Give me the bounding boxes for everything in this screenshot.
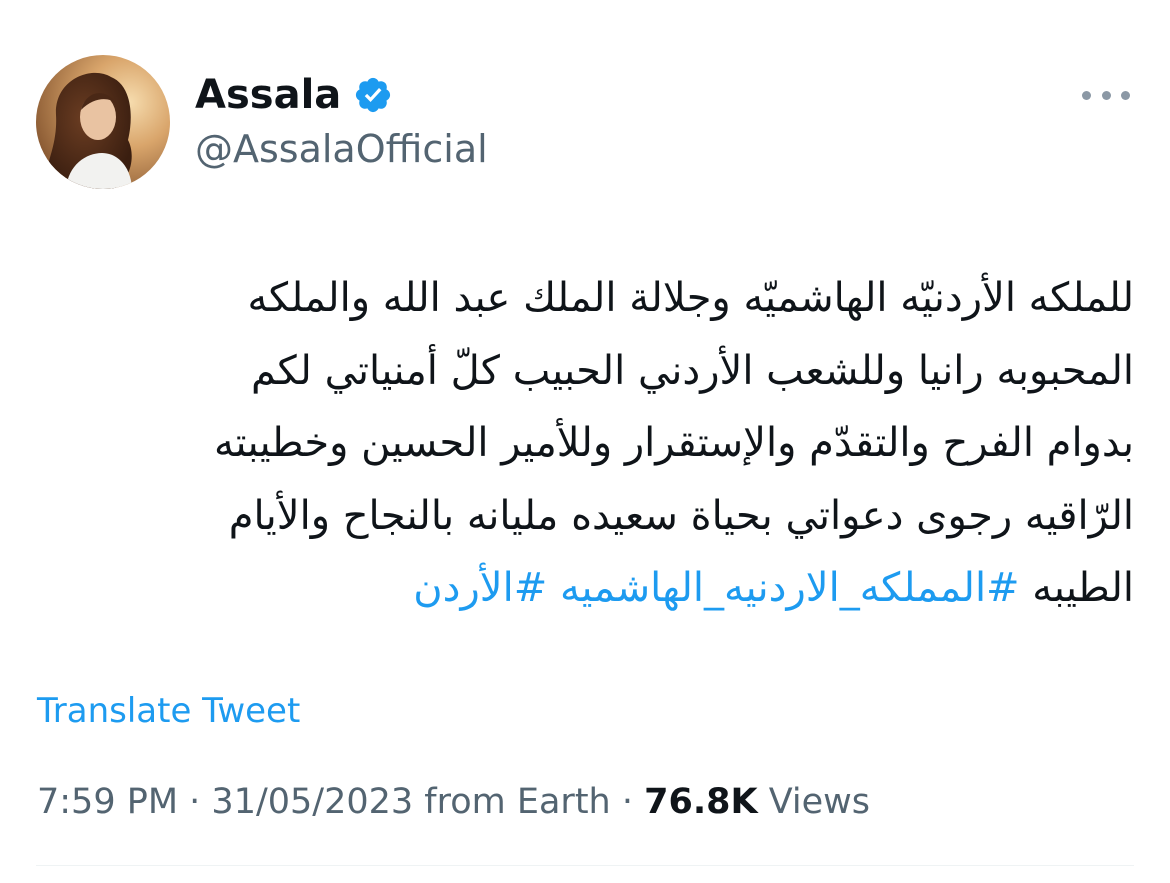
tweet-meta: 7:59 PM · 31/05/2023 from Earth · 76.8K … xyxy=(37,778,870,826)
meta-separator: · xyxy=(610,782,645,822)
tweet-time[interactable]: 7:59 PM xyxy=(37,782,178,822)
avatar-photo xyxy=(36,55,170,189)
more-dot xyxy=(1082,90,1091,100)
views-count[interactable]: 76.8K xyxy=(644,782,757,822)
tweet-line: بدوام الفرح والتقدّم والإستقرار وللأمير … xyxy=(213,420,1134,466)
more-options-icon[interactable] xyxy=(1082,80,1130,110)
tweet-line-last: الطيبه #المملكه_الاردنيه_الهاشميه #الأرد… xyxy=(36,552,1134,625)
tweet-source: from Earth xyxy=(424,782,611,822)
tweet-line-text: الطيبه xyxy=(1032,565,1134,611)
divider xyxy=(36,865,1134,866)
translate-tweet-link[interactable]: Translate Tweet xyxy=(37,688,300,734)
more-dot xyxy=(1121,90,1130,100)
display-name-row[interactable]: Assala xyxy=(195,68,393,122)
tweet-card: Assala @AssalaOfficial للملكه الأردنيّه … xyxy=(0,0,1170,883)
tweet-text: للملكه الأردنيّه الهاشميّه وجلالة الملك … xyxy=(36,262,1134,625)
views-label: Views xyxy=(768,782,871,822)
user-handle[interactable]: @AssalaOfficial xyxy=(195,124,488,174)
meta-separator: · xyxy=(178,782,212,822)
tweet-line: المحبوبه رانيا وللشعب الأردني الحبيب كلّ… xyxy=(250,347,1134,394)
more-dot xyxy=(1101,90,1111,100)
display-name: Assala xyxy=(195,72,342,118)
verified-badge-icon xyxy=(356,77,391,113)
tweet-line: للملكه الأردنيّه الهاشميّه وجلالة الملك … xyxy=(247,275,1134,321)
hashtag-link[interactable]: #المملكه_الاردنيه_الهاشميه xyxy=(560,565,1020,611)
tweet-line: الرّاقيه رجوى دعواتي بحياة سعيده مليانه … xyxy=(228,492,1134,539)
hashtag-link[interactable]: #الأردن xyxy=(413,565,547,611)
avatar[interactable] xyxy=(36,55,170,189)
tweet-date[interactable]: 31/05/2023 xyxy=(211,782,413,822)
